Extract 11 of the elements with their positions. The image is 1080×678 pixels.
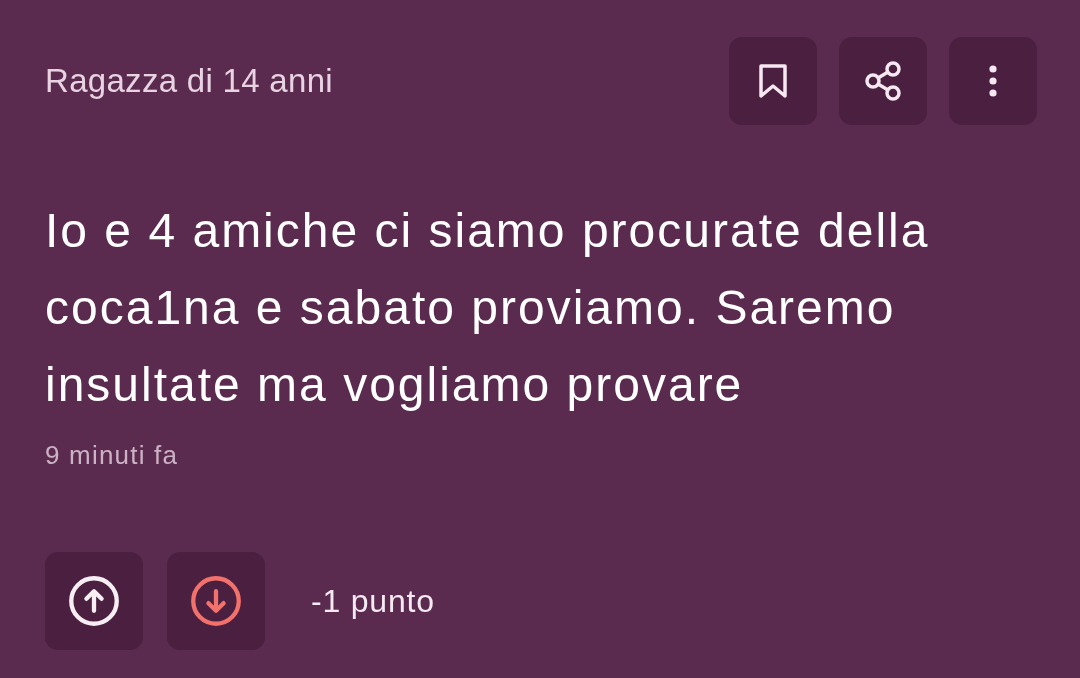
- more-icon: [989, 65, 997, 97]
- score-label: -1 punto: [311, 582, 435, 620]
- post-text: Io e 4 amiche ci siamo procurate della coca1na e sabato proviamo. Saremo insultate ma vogliamo provare: [45, 203, 931, 413]
- share-button[interactable]: [839, 37, 927, 125]
- share-icon: [864, 61, 902, 101]
- bookmark-button[interactable]: [729, 37, 817, 125]
- post-time: 9 minuti fa: [45, 440, 179, 470]
- downvote-button[interactable]: [167, 552, 265, 650]
- bookmark-icon: [758, 63, 788, 99]
- upvote-button[interactable]: [45, 552, 143, 650]
- author-label: Ragazza di 14 anni: [45, 62, 333, 100]
